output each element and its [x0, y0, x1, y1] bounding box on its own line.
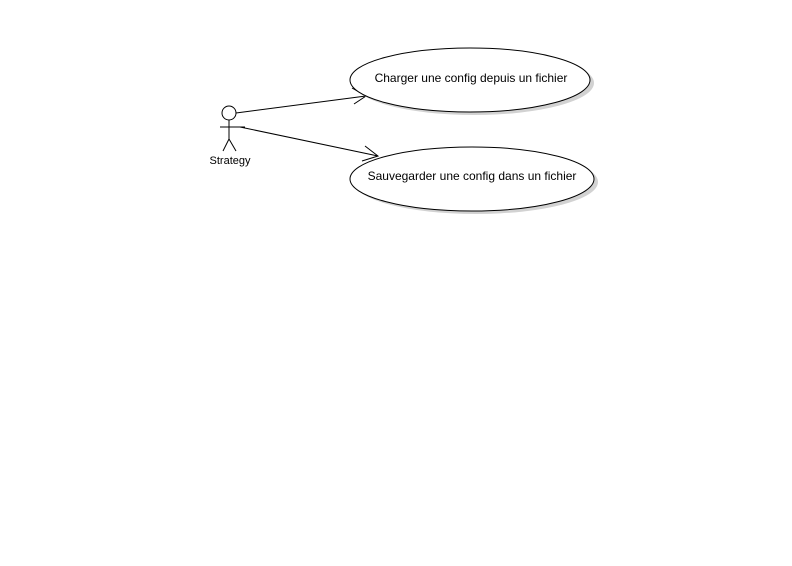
actor-strategy[interactable]: Strategy: [210, 105, 251, 167]
association-line: [239, 126, 379, 157]
use-case-label: Charger une config depuis un fichier: [375, 71, 568, 85]
actor-name: Strategy: [210, 155, 251, 167]
use-case-sauvegarder-config[interactable]: Sauvegarder une config dans un fichier: [349, 146, 598, 214]
actor-head: [221, 105, 237, 121]
association-line: [235, 95, 367, 114]
use-case-label: Sauvegarder une config dans un fichier: [368, 169, 577, 183]
association-charger[interactable]: [235, 87, 367, 114]
actor-left-leg: [222, 138, 230, 152]
association-sauvegarder[interactable]: [239, 126, 380, 162]
use-case-charger-config[interactable]: Charger une config depuis un fichier: [349, 47, 594, 115]
use-case-diagram: Strategy Charger une config depuis un fi…: [210, 47, 598, 214]
actor-right-leg: [228, 138, 237, 152]
